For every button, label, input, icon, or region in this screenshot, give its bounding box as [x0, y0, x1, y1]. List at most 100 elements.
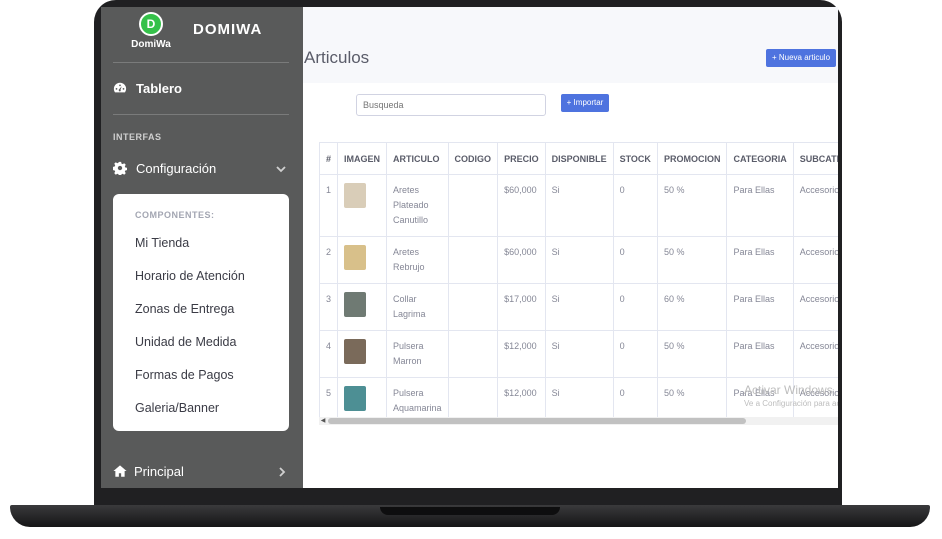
submenu-item-horario[interactable]: Horario de Atención: [135, 269, 245, 283]
cell-disponible: Si: [544, 174, 614, 237]
scrollbar-thumb[interactable]: [328, 418, 746, 424]
cell-stock: 0: [612, 174, 658, 237]
cell-articulo: Collar Lagrima: [386, 283, 449, 331]
cell-categoria: Para Ellas: [726, 330, 794, 378]
sidebar-section-heading: INTERFAS: [113, 132, 162, 142]
cell-precio: $17,000: [497, 283, 546, 331]
cell-num: 1: [319, 174, 339, 237]
cell-disponible: Si: [544, 377, 614, 417]
submenu-item-formas-pagos[interactable]: Formas de Pagos: [135, 368, 234, 382]
main-content: Articulos + Nueva articulo + Importar # …: [303, 7, 838, 488]
cell-codigo: [447, 283, 499, 331]
submenu-item-galeria-banner[interactable]: Galeria/Banner: [135, 401, 219, 415]
column-header[interactable]: IMAGEN: [337, 142, 388, 175]
cell-image: [337, 283, 388, 331]
table-header-row: # IMAGEN ARTICULO CODIGO PRECIO DISPONIB…: [319, 142, 838, 175]
cell-promocion: 60 %: [656, 283, 728, 331]
column-header[interactable]: ARTICULO: [386, 142, 449, 175]
submenu-item-zonas-entrega[interactable]: Zonas de Entrega: [135, 302, 234, 316]
cell-image: [337, 174, 388, 237]
cell-subcategoria: Accesorios: [792, 174, 838, 237]
cell-articulo: Pulsera Marron: [386, 330, 449, 378]
column-header[interactable]: CATEGORIA: [726, 142, 794, 175]
submenu-item-mi-tienda[interactable]: Mi Tienda: [135, 236, 189, 250]
column-header[interactable]: SUBCATEGORIA: [792, 142, 838, 175]
gear-icon: [113, 161, 127, 175]
cell-precio: $12,000: [497, 330, 546, 378]
cell-subcategoria: Accesorios: [792, 330, 838, 378]
import-button[interactable]: + Importar: [561, 94, 609, 112]
brand-logo-text: DomiWa: [131, 39, 171, 50]
tachometer-icon: [113, 82, 127, 93]
cell-precio: $12,000: [497, 377, 546, 417]
cell-precio: $60,000: [497, 236, 546, 284]
cell-num: 5: [319, 377, 339, 417]
brand-title[interactable]: DOMIWA: [193, 21, 262, 38]
sidebar-item-tablero[interactable]: Tablero: [113, 80, 289, 98]
product-thumbnail[interactable]: [344, 386, 367, 411]
column-header[interactable]: PRECIO: [497, 142, 546, 175]
sidebar-item-label: Principal: [134, 464, 184, 479]
submenu-heading: COMPONENTES:: [135, 210, 215, 220]
column-header[interactable]: DISPONIBLE: [544, 142, 614, 175]
cell-disponible: Si: [544, 283, 614, 331]
table-row[interactable]: 2 Aretes Rebrujo $60,000 Si 0 50 % Para …: [319, 236, 838, 284]
articles-table: # IMAGEN ARTICULO CODIGO PRECIO DISPONIB…: [319, 142, 838, 417]
table-row[interactable]: 1 Aretes Plateado Canutillo $60,000 Si 0…: [319, 174, 838, 237]
new-article-button[interactable]: + Nueva articulo: [766, 49, 836, 67]
product-thumbnail[interactable]: [344, 183, 367, 208]
cell-stock: 0: [612, 283, 658, 331]
cell-codigo: [447, 330, 499, 378]
cell-stock: 0: [612, 330, 658, 378]
sidebar: D DomiWa DOMIWA Tablero INTERFAS Configu…: [101, 7, 303, 488]
articles-card: + Importar # IMAGEN ARTICULO CODIGO PREC…: [303, 83, 838, 488]
product-thumbnail[interactable]: [344, 292, 367, 317]
column-header[interactable]: CODIGO: [447, 142, 499, 175]
cell-categoria: Para Ellas: [726, 283, 794, 331]
brand-logo-icon[interactable]: D: [139, 12, 163, 36]
page-title: Articulos: [304, 48, 370, 67]
cell-num: 3: [319, 283, 339, 331]
cell-disponible: Si: [544, 330, 614, 378]
config-submenu: COMPONENTES: Mi Tienda Horario de Atenci…: [113, 194, 289, 431]
sidebar-item-label: Configuración: [136, 161, 217, 176]
column-header[interactable]: PROMOCION: [656, 142, 728, 175]
cell-categoria: Para Ellas: [726, 174, 794, 237]
search-input[interactable]: [356, 94, 546, 116]
cell-promocion: 50 %: [656, 174, 728, 237]
cell-image: [337, 377, 388, 417]
cell-articulo: Aretes Rebrujo: [386, 236, 449, 284]
cell-promocion: 50 %: [656, 377, 728, 417]
cell-codigo: [447, 174, 499, 237]
horizontal-scrollbar[interactable]: ◀: [319, 417, 838, 425]
windows-activation-watermark: Activar Windows: [744, 383, 833, 397]
cell-codigo: [447, 236, 499, 284]
sidebar-item-label: Tablero: [136, 81, 182, 96]
cell-promocion: 50 %: [656, 236, 728, 284]
cell-image: [337, 330, 388, 378]
cell-categoria: Para Ellas: [726, 236, 794, 284]
chevron-down-icon: [276, 166, 286, 173]
product-thumbnail[interactable]: [344, 339, 367, 364]
cell-num: 4: [319, 330, 339, 378]
sidebar-item-configuracion[interactable]: Configuración: [113, 160, 289, 178]
app-screen: D DomiWa DOMIWA Tablero INTERFAS Configu…: [101, 7, 838, 488]
table-row[interactable]: 3 Collar Lagrima $17,000 Si 0 60 % Para …: [319, 283, 838, 331]
cell-stock: 0: [612, 236, 658, 284]
column-header[interactable]: #: [319, 142, 339, 175]
cell-articulo: Aretes Plateado Canutillo: [386, 174, 449, 237]
cell-promocion: 50 %: [656, 330, 728, 378]
scroll-left-arrow-icon[interactable]: ◀: [319, 417, 327, 425]
sidebar-item-principal[interactable]: Principal: [113, 463, 289, 481]
cell-subcategoria: Accesorios: [792, 236, 838, 284]
product-thumbnail[interactable]: [344, 245, 367, 270]
articles-table-wrapper[interactable]: # IMAGEN ARTICULO CODIGO PRECIO DISPONIB…: [319, 142, 838, 417]
cell-stock: 0: [612, 377, 658, 417]
chevron-right-icon: [279, 467, 286, 477]
cell-articulo: Pulsera Aquamarina: [386, 377, 449, 417]
sidebar-divider: [113, 114, 289, 115]
column-header[interactable]: STOCK: [612, 142, 658, 175]
submenu-item-unidad-medida[interactable]: Unidad de Medida: [135, 335, 236, 349]
cell-num: 2: [319, 236, 339, 284]
table-row[interactable]: 4 Pulsera Marron $12,000 Si 0 50 % Para …: [319, 330, 838, 378]
